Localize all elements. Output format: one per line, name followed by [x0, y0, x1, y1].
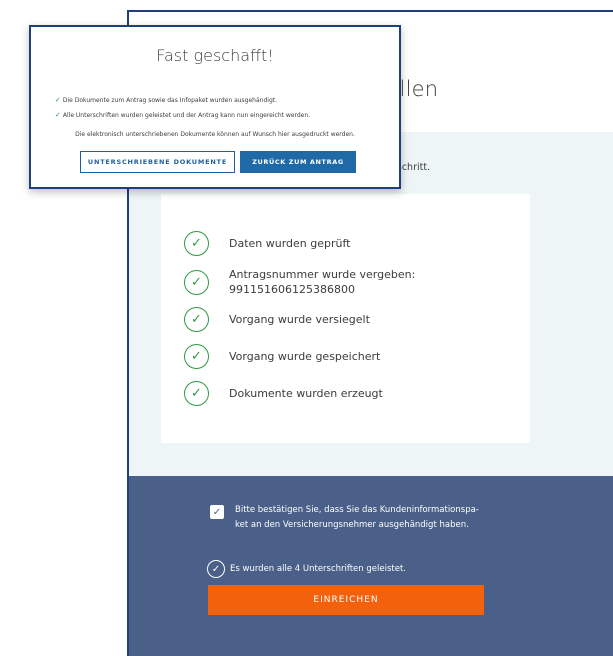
dialog-status-line: ✓ Alle Unterschriften wurden geleistet u… — [55, 111, 311, 119]
signatures-text: Es wurden alle 4 Unterschriften geleiste… — [230, 564, 406, 574]
signed-documents-button[interactable]: UNTERSCHRIEBENE DOKUMENTE — [80, 151, 235, 173]
step-label: Antragsnummer wurde vergeben: — [229, 268, 416, 281]
dialog-info-text: Die elektronisch unterschriebenen Dokume… — [75, 131, 355, 138]
submit-button[interactable]: EINREICHEN — [208, 585, 484, 615]
confirm-handover-label: Bitte bestätigen Sie, dass Sie das Kunde… — [235, 505, 479, 530]
back-to-application-button[interactable]: ZURÜCK ZUM ANTRAG — [240, 151, 356, 173]
step-label: Dokumente wurden erzeugt — [229, 387, 383, 400]
completion-dialog: Fast geschafft! ✓ Die Dokumente zum Antr… — [29, 25, 401, 189]
step-documents-created: ✓ Dokumente wurden erzeugt — [184, 381, 383, 406]
check-icon: ✓ — [55, 111, 61, 119]
check-icon: ✓ — [55, 96, 61, 104]
step-label: Daten wurden geprüft — [229, 237, 351, 250]
signatures-status: ✓ Es wurden alle 4 Unterschriften geleis… — [207, 560, 406, 578]
dialog-status-line: ✓ Die Dokumente zum Antrag sowie das Inf… — [55, 96, 278, 104]
check-icon: ✓ — [184, 231, 209, 256]
confirm-handover-checkbox[interactable]: ✓ — [210, 505, 224, 519]
dialog-title: Fast geschafft! — [156, 46, 274, 65]
confirm-handover-row: ✓ Bitte bestätigen Sie, dass Sie das Kun… — [210, 503, 525, 533]
check-icon: ✓ — [184, 269, 209, 295]
step-data-checked: ✓ Daten wurden geprüft — [184, 231, 351, 256]
check-icon: ✓ — [184, 344, 209, 369]
step-application-number: ✓ Antragsnummer wurde vergeben: 99115160… — [184, 267, 415, 297]
application-number: 991151606125386800 — [229, 283, 355, 296]
page: tellen chsten Schritt. ✓ Daten wurden ge… — [0, 0, 613, 656]
check-icon: ✓ — [184, 307, 209, 332]
check-icon: ✓ — [184, 381, 209, 406]
step-sealed: ✓ Vorgang wurde versiegelt — [184, 307, 370, 332]
step-label: Vorgang wurde gespeichert — [229, 350, 381, 363]
check-circle-icon: ✓ — [207, 560, 225, 578]
step-label: Vorgang wurde versiegelt — [229, 313, 370, 326]
step-saved: ✓ Vorgang wurde gespeichert — [184, 344, 380, 369]
